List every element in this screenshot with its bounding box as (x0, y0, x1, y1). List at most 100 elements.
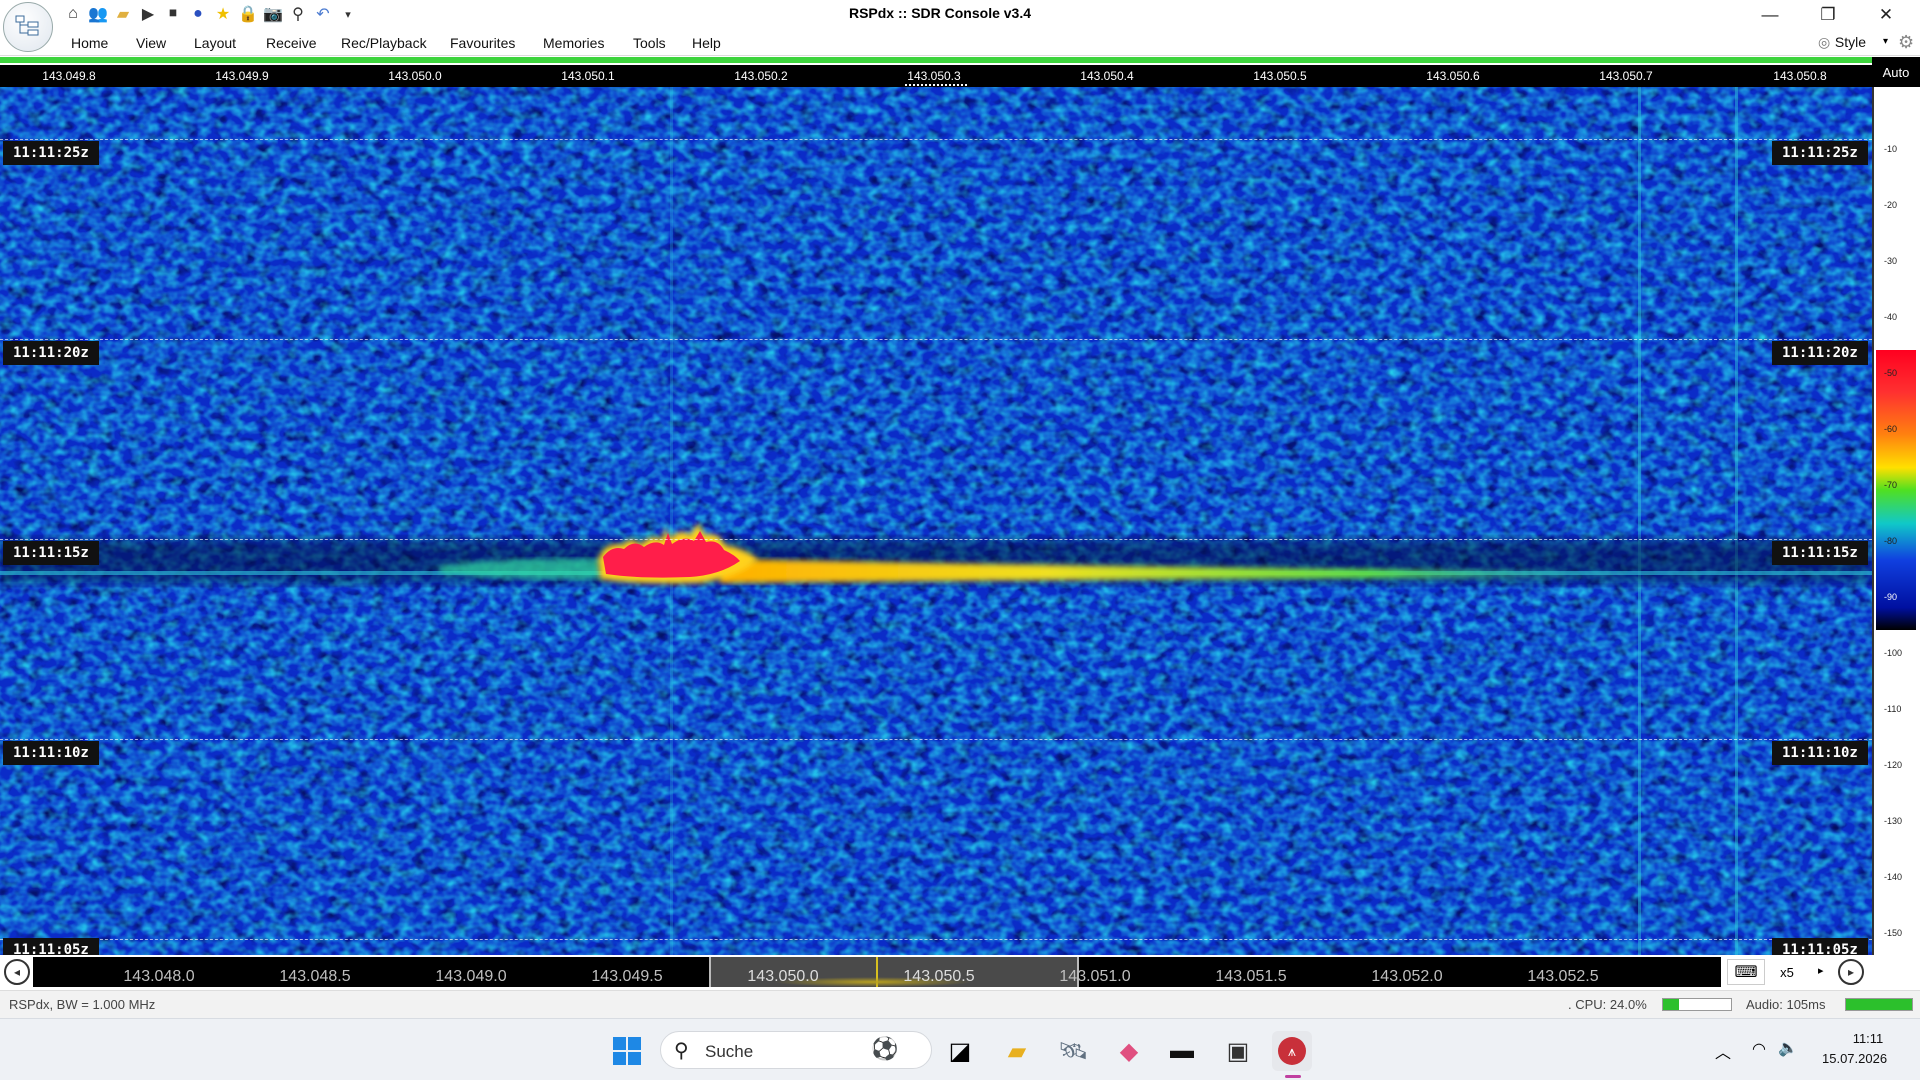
console-icon[interactable]: ▣ (1218, 1031, 1258, 1071)
bottom-frequency-bar: ◂ 143.048.0 143.048.5 143.049.0 143.049.… (0, 955, 1920, 989)
time-gridline (0, 739, 1872, 740)
level-label: -120 (1884, 760, 1903, 770)
task-view-icon[interactable]: ◪ (940, 1031, 980, 1071)
menu-layout[interactable]: Layout (194, 35, 236, 51)
menu-tools[interactable]: Tools (633, 35, 666, 51)
restore-icon[interactable]: ❐ (1800, 0, 1856, 30)
time-label-right: 11:11:20z (1772, 341, 1868, 365)
menu-rec-playback[interactable]: Rec/Playback (341, 35, 427, 51)
menu-bar: Home View Layout Receive Rec/Playback Fa… (0, 30, 1920, 56)
level-label: -10 (1884, 144, 1898, 154)
status-bar: RSPdx, BW = 1.000 MHz . CPU: 24.0% Audio… (0, 990, 1920, 1018)
top-freq-label: 143.049.8 (42, 69, 96, 83)
top-freq-label: 143.050.8 (1773, 69, 1827, 83)
time-label-right: 11:11:15z (1772, 541, 1868, 565)
menu-help[interactable]: Help (692, 35, 721, 51)
bottom-freq-label: 143.050.5 (903, 968, 975, 985)
app-drop-icon[interactable]: ◆ (1109, 1031, 1149, 1071)
top-freq-label: 143.050.5 (1253, 69, 1307, 83)
level-label: -30 (1884, 256, 1898, 266)
waterfall-display[interactable]: 11:11:25z 11:11:20z 11:11:15z 11:11:10z … (0, 87, 1872, 955)
level-label: -90 (1884, 592, 1898, 602)
level-legend[interactable]: -10 -20 -30 -40 -50 -60 -70 -80 -90 -100… (1872, 87, 1920, 955)
time-gridline (0, 939, 1872, 940)
time-label-right: 11:11:10z (1772, 741, 1868, 765)
file-explorer-icon[interactable]: ▰ (997, 1031, 1037, 1071)
level-label: -20 (1884, 200, 1898, 210)
volume-icon[interactable]: 🔈 (1778, 1038, 1798, 1058)
time-label-left: 11:11:05z (3, 938, 99, 955)
time-label-left: 11:11:25z (3, 141, 99, 165)
cpu-status: . CPU: 24.0% (1568, 997, 1647, 1012)
tuned-frequency-marker (905, 84, 967, 86)
cpu-meter-fill (1663, 999, 1680, 1010)
bottom-freq-label: 143.052.5 (1527, 968, 1599, 985)
settings-gear-icon[interactable]: ⚙ (1898, 32, 1914, 53)
bottom-freq-label: 143.051.5 (1215, 968, 1287, 985)
search-placeholder: Suche (705, 1042, 754, 1061)
start-icon[interactable] (607, 1031, 647, 1071)
time-label-right: 11:11:05z (1772, 938, 1868, 955)
auto-level-button[interactable]: Auto (1872, 57, 1920, 87)
bottom-freq-label: 143.049.0 (435, 968, 507, 985)
zoom-value[interactable]: x5 (1770, 959, 1804, 985)
level-color-bar (1876, 350, 1916, 630)
minimize-icon[interactable]: — (1742, 0, 1798, 30)
level-label: -40 (1884, 312, 1898, 322)
level-label: -150 (1884, 928, 1903, 938)
satellite-app-icon[interactable]: 🛰 (1053, 1031, 1093, 1071)
taskbar-search[interactable]: ⚲ Suche ⚽ (660, 1031, 932, 1069)
bottom-freq-label: 143.050.0 (747, 968, 819, 985)
bottom-freq-label: 143.048.0 (123, 968, 195, 985)
menu-memories[interactable]: Memories (543, 35, 604, 51)
zoom-dropdown-icon[interactable]: ▸ (1818, 964, 1824, 977)
time-gridline (0, 539, 1872, 540)
audio-meter (1845, 998, 1913, 1011)
top-freq-label: 143.050.2 (734, 69, 788, 83)
time-label-left: 11:11:20z (3, 341, 99, 365)
level-label: -100 (1884, 648, 1903, 658)
level-label: -130 (1884, 816, 1903, 826)
top-freq-label: 143.050.4 (1080, 69, 1134, 83)
menu-receive[interactable]: Receive (266, 35, 317, 51)
bottom-frequency-scale[interactable]: 143.048.0 143.048.5 143.049.0 143.049.5 … (33, 957, 1721, 987)
level-label: -80 (1884, 536, 1898, 546)
app-menu-icon (15, 15, 39, 36)
top-freq-label: 143.050.0 (388, 69, 442, 83)
time-gridline (0, 139, 1872, 140)
windows-logo-icon (613, 1037, 641, 1065)
windows-taskbar: ⚲ Suche ⚽ ◪ ▰ 🛰 ◆ ▬ ▣ ⩚ ︿ ◠ 🔈 11:11 15.0… (0, 1018, 1920, 1080)
time-label-left: 11:11:10z (3, 741, 99, 765)
top-freq-label: 143.050.7 (1599, 69, 1653, 83)
window-title: RSPdx :: SDR Console v3.4 (848, 5, 1032, 21)
title-bar: ⌂ 👥 ▰ ▶ ⏹ ● ★ 🔒 📷 ⚲ ↶ ▾ RSPdx :: SDR Con… (0, 0, 1920, 30)
application-menu-button[interactable] (3, 2, 53, 52)
terminal-icon[interactable]: ▬ (1162, 1031, 1202, 1071)
level-label: -50 (1884, 368, 1898, 378)
style-dropdown-icon[interactable]: ▾ (1883, 36, 1888, 47)
top-frequency-scale[interactable]: 143.049.8 143.049.9 143.050.0 143.050.1 … (0, 63, 1872, 87)
sdr-console-icon[interactable]: ⩚ (1272, 1031, 1312, 1071)
sdr-radio-icon: ⩚ (1278, 1037, 1306, 1065)
bottom-freq-label: 143.049.5 (591, 968, 663, 985)
audio-status: Audio: 105ms (1746, 997, 1826, 1012)
close-icon[interactable]: ✕ (1858, 0, 1914, 30)
chevron-up-icon[interactable]: ︿ (1715, 1039, 1731, 1063)
bottom-freq-label: 143.052.0 (1371, 968, 1443, 985)
scroll-left-icon[interactable]: ◂ (4, 959, 30, 985)
clock-time[interactable]: 11:11 (1843, 1031, 1893, 1046)
menu-home[interactable]: Home (71, 35, 108, 51)
wifi-icon[interactable]: ◠ (1752, 1039, 1766, 1059)
style-menu[interactable]: Style (1835, 34, 1866, 50)
bottom-freq-label: 143.051.0 (1059, 968, 1131, 985)
menu-favourites[interactable]: Favourites (450, 35, 515, 51)
scroll-right-icon[interactable]: ▸ (1838, 959, 1864, 985)
waterfall-spectrogram (0, 87, 1872, 955)
active-app-indicator (1285, 1075, 1301, 1078)
bottom-freq-label: 143.048.5 (279, 968, 351, 985)
keyboard-icon[interactable]: ⌨ (1727, 959, 1765, 985)
top-freq-label: 143.050.3 (907, 69, 961, 83)
menu-view[interactable]: View (136, 35, 166, 51)
level-label: -140 (1884, 872, 1903, 882)
clock-date[interactable]: 15.07.2026 (1822, 1051, 1887, 1066)
